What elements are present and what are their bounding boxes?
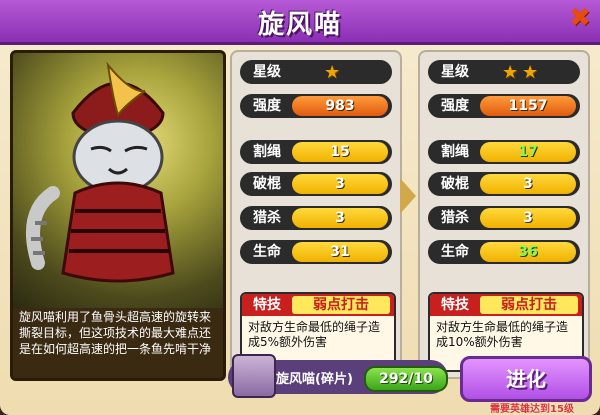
hero-portrait: 旋风喵利用了鱼骨头超高速的旋转来撕裂目标，但这项技术的最大难点还是在如何超高速的… [10,50,226,381]
break-row: 破棍 3 [240,172,392,196]
break-value: 3 [480,174,576,194]
life-row: 生命 36 [428,240,580,264]
shard-progress: 292/10 [364,366,448,392]
power-row: 强度 983 [240,94,392,118]
life-row: 生命 31 [240,240,392,264]
cut-value: 15 [292,142,388,162]
skill-tag: 特技 [253,297,281,313]
stats-panel-next: 星级 ★ ★ 强度 1157 割绳 17 破棍 3 猎杀 3 生命 36 特技 … [418,50,590,379]
life-label: 生命 [441,244,469,260]
hunt-row: 猎杀 3 [240,206,392,230]
skill-name: 弱点打击 [480,296,578,314]
upgrade-arrow-icon [400,178,416,214]
cut-value: 17 [480,142,576,162]
cut-label: 割绳 [253,144,281,160]
power-row: 强度 1157 [428,94,580,118]
skill-name: 弱点打击 [292,296,390,314]
star-icon: ★ [502,62,519,83]
skill-header: 特技 弱点打击 [242,294,394,316]
hunt-label: 猎杀 [441,210,469,226]
hunt-label: 猎杀 [253,210,281,226]
hunt-row: 猎杀 3 [428,206,580,230]
power-value: 1157 [480,96,576,116]
cut-label: 割绳 [441,144,469,160]
skill-header: 特技 弱点打击 [430,294,582,316]
shard-name: 旋风喵(碎片) [276,372,353,387]
power-label: 强度 [441,98,469,114]
star-icon: ★ [522,62,539,83]
hunt-value: 3 [292,208,388,228]
skill-tag: 特技 [441,297,469,313]
power-value: 983 [292,96,388,116]
break-label: 破棍 [253,176,281,192]
evolve-button[interactable]: 进化 [460,356,592,402]
hunt-value: 3 [480,208,576,228]
break-row: 破棍 3 [428,172,580,196]
close-icon[interactable]: ✖ [568,5,592,31]
hero-description: 旋风喵利用了鱼骨头超高速的旋转来撕裂目标，但这项技术的最大难点还是在如何超高速的… [19,310,212,356]
skill-text: 对敌方生命最低的绳子造成10%额外伤害 [436,320,569,349]
title-bar: 旋风喵 ✖ [0,0,600,45]
star-value: ★ ★ [480,62,576,83]
life-value: 31 [292,242,388,262]
life-value: 36 [480,242,576,262]
cut-row: 割绳 15 [240,140,392,164]
star-label: 星级 [253,64,281,80]
window-title: 旋风喵 [257,10,342,40]
cat-samurai-illustration [26,61,175,283]
life-label: 生命 [253,244,281,260]
power-label: 强度 [253,98,281,114]
star-label: 星级 [441,64,469,80]
star-value: ★ [292,62,388,83]
star-icon: ★ [324,62,341,83]
evolve-requirement: 需要英雄达到15级 [490,404,574,415]
stats-panel-current: 星级 ★ 强度 983 割绳 15 破棍 3 猎杀 3 生命 31 特技 弱点打… [230,50,402,379]
break-label: 破棍 [441,176,469,192]
skill-text: 对敌方生命最低的绳子造成5%额外伤害 [248,320,381,349]
star-row: 星级 ★ [240,60,392,84]
break-value: 3 [292,174,388,194]
hero-shard-icon [232,354,276,398]
cut-row: 割绳 17 [428,140,580,164]
star-row: 星级 ★ ★ [428,60,580,84]
hero-art [13,53,223,308]
